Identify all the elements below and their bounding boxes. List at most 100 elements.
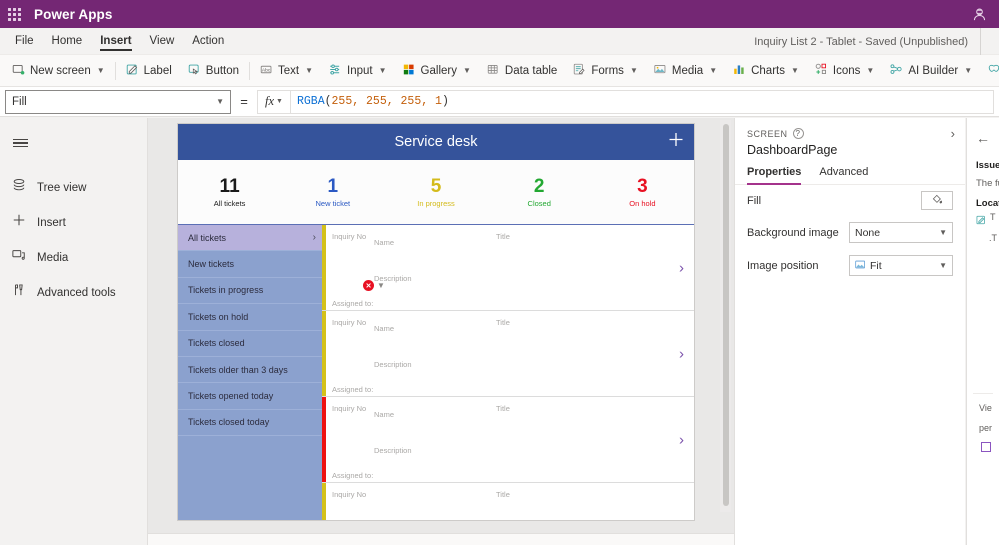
issue-location-link[interactable]: T	[967, 209, 999, 230]
ribbon-ai-builder[interactable]: AI Builder ▼	[882, 58, 980, 84]
ribbon-data-table[interactable]: Data table	[479, 58, 565, 84]
chevron-down-icon[interactable]: ▼	[939, 228, 947, 237]
back-arrow-icon[interactable]: ←	[967, 118, 999, 146]
canvas-area[interactable]: Service desk 11 All tickets 1 New ticket…	[148, 118, 734, 545]
sidebar-item-label: Advanced tools	[37, 286, 116, 299]
chevron-right-icon[interactable]: ›	[679, 259, 684, 276]
chevron-down-icon[interactable]: ▼	[964, 66, 972, 75]
chevron-right-icon[interactable]: ›	[679, 345, 684, 362]
app-launcher-icon[interactable]	[0, 0, 28, 28]
chevron-down-icon[interactable]: ▼	[709, 66, 717, 75]
chevron-down-icon[interactable]: ▼	[866, 66, 874, 75]
ribbon-label: Button	[205, 64, 240, 77]
ribbon-text[interactable]: Abc Text ▼	[252, 58, 321, 84]
chevron-down-icon[interactable]: ▼	[216, 97, 224, 106]
menu-item-view[interactable]: View	[141, 30, 184, 52]
formula-open-paren: (	[324, 95, 332, 108]
ribbon-input[interactable]: Input ▼	[321, 58, 395, 84]
ribbon-forms[interactable]: Forms ▼	[565, 58, 646, 84]
account-icon[interactable]	[965, 0, 993, 28]
formula-close-paren: )	[441, 95, 449, 108]
menu-item-action[interactable]: Action	[183, 30, 233, 52]
stat-on-hold[interactable]: 3 On hold	[591, 176, 694, 208]
stat-closed[interactable]: 2 Closed	[488, 175, 591, 208]
canvas-scrollbar[interactable]	[720, 120, 731, 512]
stat-value: 2	[533, 175, 545, 197]
issue-location-subline: .T	[967, 230, 999, 243]
sidebar-item-media[interactable]: Media	[0, 240, 147, 275]
menu-item-file[interactable]: File	[6, 30, 43, 52]
gallery-item[interactable]: Inquiry No Name Title Description Assign…	[322, 225, 694, 311]
background-image-select[interactable]: None ▼	[849, 222, 953, 243]
list-item[interactable]: Tickets in progress	[178, 278, 322, 305]
chevron-right-icon[interactable]: ›	[951, 126, 955, 141]
menu-item-insert[interactable]: Insert	[91, 30, 140, 52]
sidebar-item-advanced-tools[interactable]: Advanced tools	[0, 275, 147, 310]
error-x-icon[interactable]: ✕	[363, 280, 374, 291]
image-position-select[interactable]: Fit ▼	[849, 255, 953, 276]
chevron-down-icon[interactable]: ▼	[939, 261, 947, 270]
gallery-item-body: Inquiry No Title	[326, 483, 694, 520]
plus-icon[interactable]	[668, 132, 684, 153]
formula-input[interactable]: RGBA(255, 255, 255, 1)	[291, 89, 994, 114]
chevron-down-icon[interactable]: ▼	[630, 66, 638, 75]
list-item[interactable]: Tickets older than 3 days	[178, 357, 322, 384]
checkbox-icon[interactable]	[981, 442, 991, 452]
chevron-down-icon[interactable]: ▼	[97, 66, 105, 75]
scrollbar-thumb[interactable]	[722, 124, 729, 506]
ribbon-new-screen[interactable]: New screen ▼	[4, 58, 113, 84]
field-assigned-to: Assigned to:	[332, 299, 374, 308]
gallery-item[interactable]: Inquiry No Name Title Description Assign…	[322, 397, 694, 483]
list-item[interactable]: Tickets closed	[178, 331, 322, 357]
list-item[interactable]: Tickets on hold	[178, 304, 322, 331]
chevron-down-icon[interactable]: ▼	[276, 98, 283, 105]
app-header[interactable]: Service desk	[178, 124, 694, 160]
ribbon-media[interactable]: Media ▼	[646, 58, 725, 84]
chevron-right-icon[interactable]: ›	[313, 232, 316, 243]
chevron-down-icon[interactable]: ▼	[377, 281, 385, 290]
sidebar-item-insert[interactable]: Insert	[0, 205, 147, 240]
stat-new-ticket[interactable]: 1 New ticket	[281, 176, 384, 208]
app-screen-preview[interactable]: Service desk 11 All tickets 1 New ticket…	[178, 124, 694, 520]
stat-in-progress[interactable]: 5 In progress	[384, 176, 487, 208]
chevron-right-icon[interactable]: ›	[679, 431, 684, 448]
ticket-gallery[interactable]: Inquiry No Name Title Description Assign…	[322, 225, 694, 520]
list-item[interactable]: Tickets opened today	[178, 383, 322, 410]
tab-properties[interactable]: Properties	[747, 166, 802, 185]
waffle-grid	[7, 7, 21, 21]
fill-color-button[interactable]	[921, 191, 953, 210]
field-name: Name	[374, 410, 395, 419]
list-item[interactable]: New tickets	[178, 251, 322, 278]
list-item[interactable]: All tickets ›	[178, 225, 322, 252]
field-name: Name	[374, 238, 395, 247]
gallery-item[interactable]: Inquiry No Title	[322, 483, 694, 520]
tab-advanced[interactable]: Advanced	[819, 166, 868, 184]
sidebar-item-label: Tree view	[37, 181, 87, 194]
ribbon-charts[interactable]: Charts ▼	[725, 58, 807, 84]
chevron-down-icon[interactable]: ▼	[791, 66, 799, 75]
ribbon-label: Media	[671, 64, 704, 77]
tree-view-icon	[12, 178, 26, 197]
help-icon[interactable]: ?	[792, 128, 804, 139]
chevron-down-icon[interactable]: ▼	[379, 66, 387, 75]
hamburger-icon[interactable]	[0, 126, 40, 160]
field-title: Title	[496, 232, 510, 241]
ribbon-mixed-reality[interactable]: Mixed Reality ▼	[980, 58, 999, 84]
ribbon-gallery[interactable]: Gallery ▼	[395, 58, 479, 84]
stat-all-tickets[interactable]: 11 All tickets	[178, 176, 281, 208]
gallery-item[interactable]: Inquiry No Name Title Description Assign…	[322, 311, 694, 397]
ribbon-button-control[interactable]: Button	[180, 58, 247, 84]
list-item-label: Tickets closed today	[188, 417, 270, 428]
image-position-value: Fit	[870, 259, 882, 272]
fx-button[interactable]: fx ▼	[257, 89, 291, 114]
chevron-down-icon[interactable]: ▼	[463, 66, 471, 75]
icons-icon	[815, 63, 828, 79]
list-item[interactable]: Tickets closed today	[178, 410, 322, 437]
menu-item-home[interactable]: Home	[43, 30, 92, 52]
ribbon-label-control[interactable]: Label	[118, 58, 180, 84]
sidebar-item-tree-view[interactable]: Tree view	[0, 170, 147, 205]
ribbon-icons[interactable]: Icons ▼	[807, 58, 882, 84]
property-select[interactable]: Fill ▼	[5, 89, 231, 114]
rail-spacer	[0, 160, 147, 170]
chevron-down-icon[interactable]: ▼	[305, 66, 313, 75]
